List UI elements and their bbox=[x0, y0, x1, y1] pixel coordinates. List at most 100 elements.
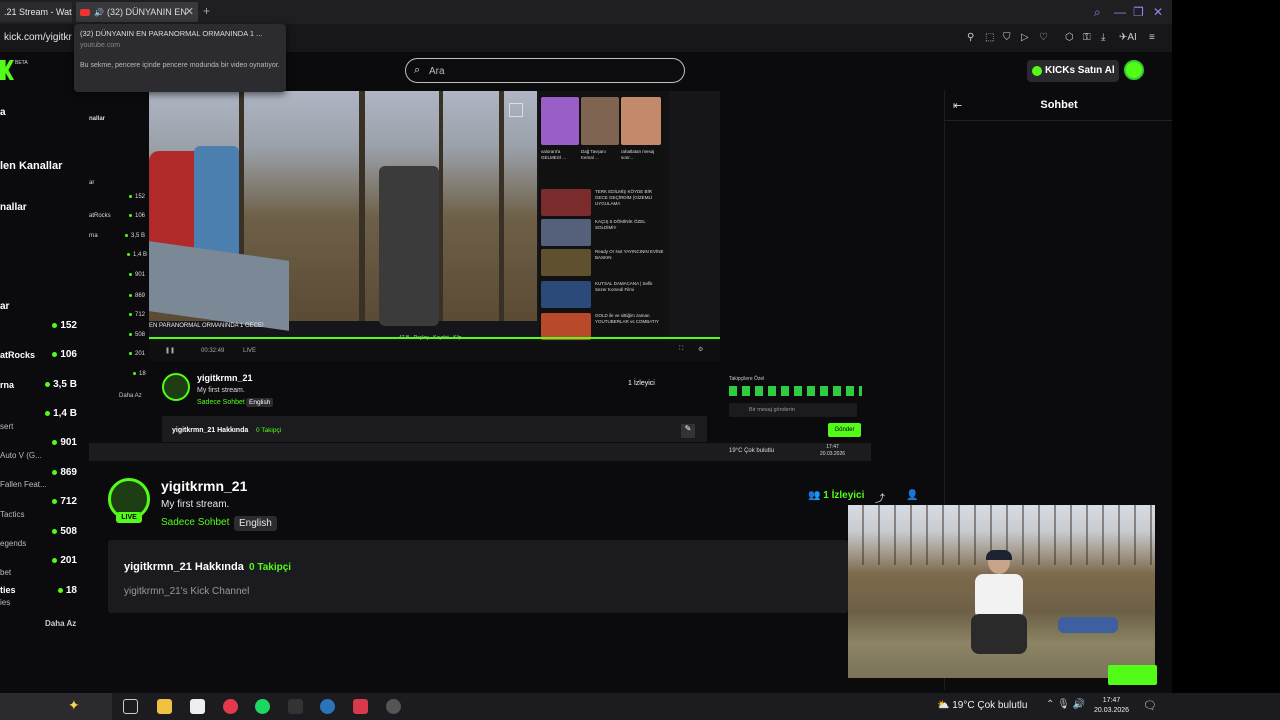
inner-about-box: yigitkrmn_21 Hakkında 0 Takipçi ✎ bbox=[162, 416, 707, 442]
channel-name[interactable]: yigitkrmn_21 bbox=[161, 478, 247, 494]
steam-icon[interactable] bbox=[320, 699, 335, 714]
pause-icon[interactable]: ❚❚ bbox=[165, 347, 175, 354]
video-thumbnail[interactable] bbox=[581, 97, 619, 145]
viewer-count: 712 bbox=[37, 496, 77, 507]
viewer-count: 18 bbox=[37, 585, 77, 596]
buy-kicks-button[interactable]: KICKs Satın Al bbox=[1027, 60, 1119, 82]
youtube-icon bbox=[80, 9, 90, 17]
task-view-icon[interactable] bbox=[123, 699, 138, 714]
share-icon[interactable]: ⤴ bbox=[875, 490, 885, 505]
clock[interactable]: 17:47 20.03.2026 bbox=[1094, 696, 1129, 716]
show-less-link[interactable]: Daha Az bbox=[45, 619, 76, 628]
video-time: 00:32:49 bbox=[201, 348, 225, 354]
inner-sidebar-label: ar bbox=[89, 180, 95, 186]
url-text[interactable]: kick.com/yigitkr bbox=[4, 32, 72, 43]
inner-about-title: yigitkrmn_21 Hakkında bbox=[172, 427, 249, 434]
sidebar-channel[interactable]: ties bbox=[0, 585, 16, 595]
tab-tooltip: (32) DÜNYANIN EN PARANORMAL ORMANINDA 1 … bbox=[74, 24, 286, 92]
video-title[interactable]: TERK EDİLMİŞ KÖYDE BİR GECE GEÇİRDİM (Gİ… bbox=[595, 189, 665, 207]
sidebar-channel[interactable]: atRocks bbox=[0, 350, 35, 360]
search-input[interactable]: ⌕ Ara bbox=[405, 58, 685, 83]
tab-youtube[interactable]: 🔊 (32) DÜNYANIN EN ✕ bbox=[76, 2, 198, 22]
menu-icon[interactable]: ≡ bbox=[1149, 32, 1155, 43]
send-button[interactable] bbox=[1108, 665, 1157, 685]
video-title[interactable]: KUTSAL DAMACANA | Sefik Sezer Komedi Fil… bbox=[595, 281, 665, 293]
sidebar-section-followed[interactable]: len Kanallar bbox=[0, 160, 62, 172]
store-icon[interactable] bbox=[190, 699, 205, 714]
user-avatar[interactable] bbox=[1124, 60, 1144, 80]
sidebar-channel[interactable]: rna bbox=[0, 380, 14, 390]
category-link[interactable]: Sadece Sohbet bbox=[161, 517, 229, 528]
sidebar-section-recommended[interactable]: nallar bbox=[0, 202, 27, 213]
settings-icon[interactable]: ⚙ bbox=[698, 346, 703, 353]
sidebar-section[interactable]: a bbox=[0, 107, 6, 118]
minimize-icon[interactable]: — bbox=[1114, 5, 1126, 19]
video-thumbnail[interactable] bbox=[541, 219, 591, 246]
search-icon[interactable]: ⌕ bbox=[1094, 5, 1101, 20]
video-title[interactable]: GOLD ile ve sittiğim zaman YOUTUBERLAR v… bbox=[595, 313, 665, 325]
tooltip-title: (32) DÜNYANIN EN PARANORMAL ORMANINDA 1 … bbox=[80, 29, 263, 38]
language-tag[interactable]: English bbox=[234, 516, 277, 531]
about-panel: yigitkrmn_21 Hakkında 0 Takipçi yigitkrm… bbox=[108, 540, 848, 613]
taskbar: ✦ ⛅ 19°C Çok bulutlu ⌃ 🎙 🔊 17:47 20.03.20… bbox=[0, 693, 1280, 720]
follow-user-icon[interactable]: 👤 bbox=[906, 490, 918, 501]
video-title[interactable]: rahatlatan mesaj sonr... bbox=[621, 149, 659, 161]
ai-icon[interactable]: ✈AI bbox=[1119, 32, 1137, 43]
video-thumbnail[interactable] bbox=[541, 281, 591, 308]
sidebar-channel[interactable]: Fallen Feat... bbox=[0, 480, 47, 489]
inner-sidebar-channel: atRocks bbox=[89, 213, 111, 219]
screenshot-icon[interactable]: ⬚ bbox=[985, 32, 994, 43]
inner-language: English bbox=[246, 398, 274, 407]
close-window-icon[interactable]: ✕ bbox=[1153, 5, 1163, 19]
video-thumbnail[interactable] bbox=[541, 249, 591, 276]
inner-viewer-count: 201 bbox=[129, 351, 145, 357]
video-title[interactable]: valorant'a GELMESİ ... bbox=[541, 149, 579, 161]
video-thumbnail[interactable] bbox=[541, 313, 591, 340]
inner-followers: 0 Takipçi bbox=[256, 427, 282, 434]
video-thumbnail[interactable] bbox=[541, 97, 579, 145]
video-thumbnail[interactable] bbox=[621, 97, 661, 145]
pin-icon[interactable]: ⚲ bbox=[967, 32, 974, 43]
shield-icon[interactable]: ⛉ bbox=[1003, 32, 1011, 43]
valorant-icon[interactable] bbox=[353, 699, 368, 714]
tooltip-domain: youtube.com bbox=[80, 42, 121, 49]
viewer-count: 👥 1 İzleyici bbox=[808, 490, 865, 501]
play-icon[interactable]: ▷ bbox=[1021, 32, 1029, 43]
weather-widget[interactable]: ⛅ 19°C Çok bulutlu bbox=[937, 700, 1027, 711]
stream-title: My first stream. bbox=[161, 499, 230, 510]
video-title[interactable]: KAÇIŞ 5 DÖMİNİK ÖZEL SOLDİMİY bbox=[595, 219, 665, 231]
inner-viewer-count: 3,5 B bbox=[125, 233, 145, 239]
fullscreen-icon[interactable]: ⛶ bbox=[679, 346, 683, 353]
heart-icon[interactable]: ♡ bbox=[1039, 32, 1048, 43]
kick-logo[interactable] bbox=[0, 60, 14, 80]
streamer bbox=[963, 550, 1033, 660]
video-title[interactable]: Ready Or Not YAYINCININ EVİNE BASKIN bbox=[595, 249, 665, 261]
opera-gx-icon[interactable] bbox=[223, 699, 238, 714]
epic-games-icon[interactable] bbox=[288, 699, 303, 714]
obs-icon[interactable] bbox=[386, 699, 401, 714]
inner-sidebar-channel: rna bbox=[89, 233, 98, 239]
taskbar-search[interactable]: ✦ bbox=[0, 693, 112, 720]
video-progress-bar[interactable] bbox=[149, 337, 720, 339]
new-tab-icon[interactable]: + bbox=[203, 4, 210, 18]
pip-icon[interactable] bbox=[509, 103, 523, 117]
inner-video-frame[interactable]: valorant'a GELMESİ ... Dağ Tavşanı Kemal… bbox=[149, 91, 720, 361]
wallet-icon[interactable]: ⚿ bbox=[1083, 32, 1091, 43]
restore-icon[interactable]: ❐ bbox=[1133, 5, 1144, 19]
close-icon[interactable]: ✕ bbox=[185, 2, 194, 22]
spotify-icon[interactable] bbox=[255, 699, 270, 714]
extensions-icon[interactable]: ⬡ bbox=[1065, 32, 1074, 43]
video-title[interactable]: Dağ Tavşanı Kemal ... bbox=[581, 149, 619, 161]
file-explorer-icon[interactable] bbox=[157, 699, 172, 714]
video-thumbnail[interactable] bbox=[541, 189, 591, 216]
inner-taskbar: 19°C Çok bulutlu 17:47 20.03.2026 bbox=[89, 443, 871, 461]
notification-icon[interactable]: 🗨 bbox=[1143, 699, 1157, 712]
download-icon[interactable]: ⤓ bbox=[1101, 32, 1105, 43]
sidebar-section[interactable]: ar bbox=[0, 301, 9, 312]
tab-kick-stream[interactable]: .21 Stream - Wat bbox=[0, 2, 72, 22]
system-tray[interactable]: ⌃ 🎙 🔊 bbox=[1046, 699, 1085, 710]
desktop-edge bbox=[1172, 0, 1280, 693]
sidebar-category: egends bbox=[0, 539, 27, 548]
about-title: yigitkrmn_21 Hakkında bbox=[124, 561, 244, 573]
viewer-count: 152 bbox=[37, 320, 77, 331]
